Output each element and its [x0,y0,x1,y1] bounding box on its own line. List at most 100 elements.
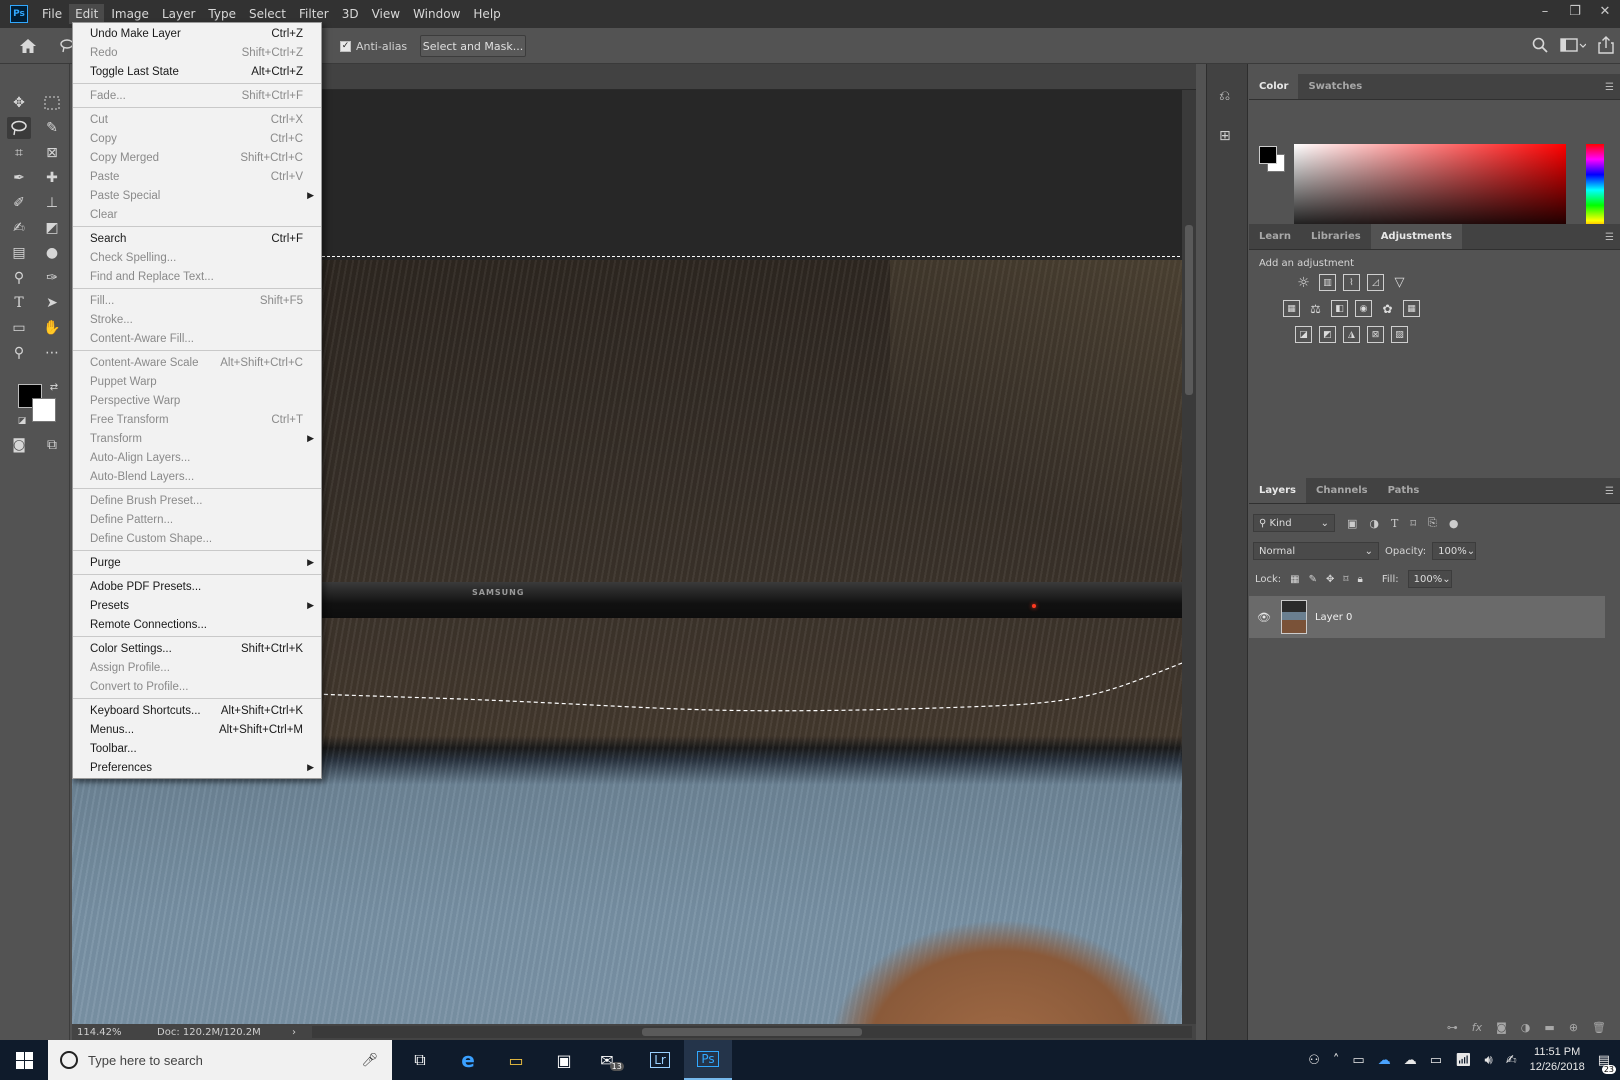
type-filter-icon[interactable]: T [1391,517,1398,530]
background-color-swatch[interactable] [32,398,56,422]
lock-position-icon[interactable]: ✥ [1326,574,1334,585]
edit-menu-item-toggle-last-state[interactable]: Toggle Last State Alt+Ctrl+Z [73,62,321,81]
vertical-scrollbar[interactable] [1182,90,1196,1024]
action-center-icon[interactable]: ▤ 23 [1598,1053,1616,1074]
blend-mode-select[interactable]: Normal ⌄ [1253,542,1379,560]
pen-workspace-icon[interactable]: ✍ [1506,1053,1517,1068]
link-layers-icon[interactable]: ⊶ [1447,1021,1458,1034]
marquee-tool-icon[interactable] [40,92,64,114]
edit-menu-item-stroke[interactable]: Stroke... [73,310,321,329]
restore-icon[interactable]: ❐ [1560,0,1590,22]
tray-overflow-icon[interactable]: ˄ [1333,1053,1340,1068]
edit-menu-item-remote-connections[interactable]: Remote Connections... [73,615,321,634]
task-view-icon[interactable]: ⧉ [396,1040,444,1080]
edit-menu-item-auto-blend-layers[interactable]: Auto-Blend Layers... [73,467,321,486]
edit-menu-item-clear[interactable]: Clear [73,205,321,224]
tab-swatches[interactable]: Swatches [1298,74,1372,99]
eyedropper-tool-icon[interactable]: ✒ [7,167,31,189]
filter-kind-select[interactable]: ⚲ Kind ⌄ [1253,514,1335,532]
edit-menu-item-free-transform[interactable]: Free Transform Ctrl+T [73,410,321,429]
threshold-icon[interactable]: ◮ [1343,326,1360,343]
layer-thumbnail[interactable] [1280,600,1307,634]
screen-mode-icon[interactable]: ⧉ [40,434,64,456]
cloud-icon[interactable]: ☁ [1404,1053,1417,1068]
zoom-tool-icon[interactable]: ⚲ [7,342,31,364]
edit-menu-item-keyboard-shortcuts[interactable]: Keyboard Shortcuts... Alt+Shift+Ctrl+K [73,701,321,720]
curves-icon[interactable]: ⌇ [1343,274,1360,291]
edit-menu-item-adobe-pdf-presets[interactable]: Adobe PDF Presets... [73,577,321,596]
tab-layers[interactable]: Layers [1249,478,1306,503]
tab-adjustments[interactable]: Adjustments [1370,224,1462,249]
menu-window[interactable]: Window [407,4,466,24]
workspace-switcher-icon[interactable] [1560,37,1586,53]
new-adjustment-layer-icon[interactable]: ◑ [1521,1021,1531,1034]
menu-file[interactable]: File [36,4,68,24]
tab-color[interactable]: Color [1249,74,1299,99]
visibility-eye-icon[interactable]: 👁︎ [1257,611,1271,624]
vertical-scroll-thumb[interactable] [1185,225,1193,395]
lightroom-icon[interactable]: Lr [636,1040,684,1080]
adjustments-panel-menu-icon[interactable]: ☰ [1605,232,1614,243]
swap-colors-icon[interactable]: ⇄ [42,376,66,398]
edit-menu-item-puppet-warp[interactable]: Puppet Warp [73,372,321,391]
edit-menu-item-content-aware-fill[interactable]: Content-Aware Fill... [73,329,321,348]
edit-menu-item-assign-profile[interactable]: Assign Profile... [73,658,321,677]
lock-transparency-icon[interactable]: ▦ [1290,574,1299,585]
quick-mask-icon[interactable]: ◙ [7,434,31,456]
edge-icon[interactable]: e [444,1040,492,1080]
rectangle-tool-icon[interactable]: ▭ [7,317,31,339]
menu-filter[interactable]: Filter [293,4,335,24]
pixel-filter-icon[interactable]: ▣ [1347,517,1357,530]
edit-menu-item-copy-merged[interactable]: Copy Merged Shift+Ctrl+C [73,148,321,167]
edit-menu-item-search[interactable]: Search Ctrl+F [73,229,321,248]
menu-3d[interactable]: 3D [336,4,365,24]
hand-tool-icon[interactable]: ✋ [40,317,64,339]
add-mask-icon[interactable]: ◙ [1496,1021,1507,1034]
display-icon[interactable]: ▭ [1352,1053,1364,1068]
home-icon[interactable] [18,36,38,56]
microphone-icon[interactable]: 🎤︎ [361,1052,378,1068]
share-icon[interactable] [1598,36,1614,54]
lock-pixels-icon[interactable]: ✎ [1309,574,1317,585]
levels-icon[interactable]: ▥ [1319,274,1336,291]
history-panel-icon[interactable]: ⎌ [1219,88,1237,106]
search-icon[interactable] [1532,37,1548,53]
brightness-contrast-icon[interactable]: ☼ [1295,274,1312,291]
store-icon[interactable]: ▣ [540,1040,588,1080]
menu-edit[interactable]: Edit [69,4,105,24]
delete-layer-icon[interactable]: 🗑︎ [1592,1021,1606,1034]
more-tools-icon[interactable]: ⋯ [40,342,64,364]
edit-menu-item-perspective-warp[interactable]: Perspective Warp [73,391,321,410]
healing-brush-tool-icon[interactable]: ✚ [40,167,64,189]
taskbar-clock[interactable]: 11:51 PM 12/26/2018 [1530,1045,1585,1075]
edit-menu-item-undo-make-layer[interactable]: Undo Make Layer Ctrl+Z [73,24,321,43]
lasso-tool-icon[interactable] [7,117,31,139]
quick-selection-tool-icon[interactable]: ✎ [40,117,64,139]
blur-tool-icon[interactable]: ● [40,242,64,264]
dodge-tool-icon[interactable]: ⚲ [7,267,31,289]
edit-menu-item-fill[interactable]: Fill... Shift+F5 [73,291,321,310]
menu-select[interactable]: Select [243,4,292,24]
color-picker-field[interactable] [1294,144,1566,236]
windows-start-icon[interactable] [0,1040,48,1080]
edit-menu-item-define-brush-preset[interactable]: Define Brush Preset... [73,491,321,510]
edit-menu-item-transform[interactable]: Transform ▶ [73,429,321,448]
photoshop-icon[interactable]: Ps [684,1040,732,1080]
edit-menu-item-cut[interactable]: Cut Ctrl+X [73,110,321,129]
edit-menu-item-paste[interactable]: Paste Ctrl+V [73,167,321,186]
tab-channels[interactable]: Channels [1306,478,1378,503]
default-colors-icon[interactable]: ◪ [10,410,34,432]
edit-menu-item-content-aware-scale[interactable]: Content-Aware Scale Alt+Shift+Ctrl+C [73,353,321,372]
select-and-mask-button[interactable]: Select and Mask... [420,35,526,57]
horizontal-scrollbar[interactable] [312,1026,1192,1038]
edit-menu-item-presets[interactable]: Presets ▶ [73,596,321,615]
edit-menu-item-convert-to-profile[interactable]: Convert to Profile... [73,677,321,696]
mail-icon[interactable]: ✉ 13 [588,1040,636,1080]
edit-menu-item-redo[interactable]: Redo Shift+Ctrl+Z [73,43,321,62]
edit-menu-item-define-pattern[interactable]: Define Pattern... [73,510,321,529]
adjustment-filter-icon[interactable]: ◑ [1369,517,1379,530]
gradient-map-icon[interactable]: ▨ [1391,326,1408,343]
hue-slider[interactable] [1586,144,1604,236]
edit-menu-item-menus[interactable]: Menus... Alt+Shift+Ctrl+M [73,720,321,739]
gradient-tool-icon[interactable]: ▤ [7,242,31,264]
